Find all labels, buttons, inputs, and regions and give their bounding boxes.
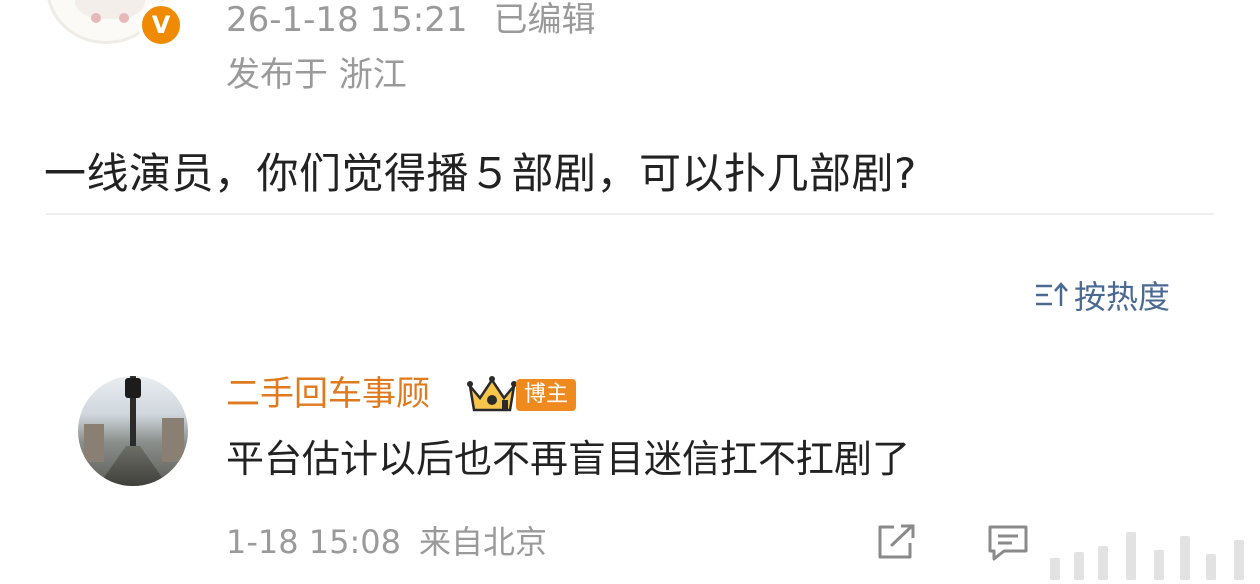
comment-text: 平台估计以后也不再盲目迷信扛不扛剧了 <box>226 437 911 481</box>
watermark-bar <box>1074 552 1084 580</box>
watermark-bar <box>1234 540 1244 580</box>
post-time-text: 26-1-18 15:21 <box>226 0 468 40</box>
share-icon[interactable] <box>876 523 916 561</box>
blogger-badge: 博主 <box>516 379 577 411</box>
comment-meta: 1-18 15:08 来自北京 <box>226 521 547 563</box>
avatar-dot <box>91 13 101 23</box>
post-location: 发布于 浙江 <box>226 55 407 95</box>
watermark-bar <box>1098 546 1108 580</box>
verified-icon: V <box>138 2 184 48</box>
edited-label[interactable]: 已编辑 <box>494 0 596 40</box>
verified-letter: V <box>151 11 171 39</box>
avatar-building <box>84 424 104 462</box>
post-title: 一线演员，你们觉得播５部剧，可以扑几部剧? <box>44 149 917 198</box>
avatar-signal <box>125 378 141 398</box>
comment-author[interactable]: 二手回车事顾 <box>226 372 430 416</box>
comment-source: 来自北京 <box>419 523 548 561</box>
commenter-avatar[interactable] <box>78 376 188 486</box>
avatar-building <box>162 418 184 462</box>
watermark-bar <box>1050 558 1060 580</box>
avatar-dot <box>119 13 129 23</box>
crown-icon <box>467 376 517 412</box>
reply-icon[interactable] <box>986 523 1030 563</box>
avatar-illustration <box>75 0 145 19</box>
sort-label: 按热度 <box>1074 278 1171 316</box>
watermark-bar <box>1154 550 1164 580</box>
divider <box>46 213 1214 215</box>
avatar-track <box>98 446 168 486</box>
post-timestamp: 26-1-18 15:21 已编辑 <box>226 0 596 40</box>
comment-time: 1-18 15:08 <box>226 523 402 561</box>
watermark-overlay <box>1030 520 1260 584</box>
watermark-bar <box>1180 536 1190 580</box>
sort-by-hotness-button[interactable]: 按热度 <box>1034 272 1170 318</box>
watermark-bar <box>1206 554 1216 580</box>
sort-icon <box>1036 282 1068 306</box>
watermark-bar <box>1126 532 1136 580</box>
